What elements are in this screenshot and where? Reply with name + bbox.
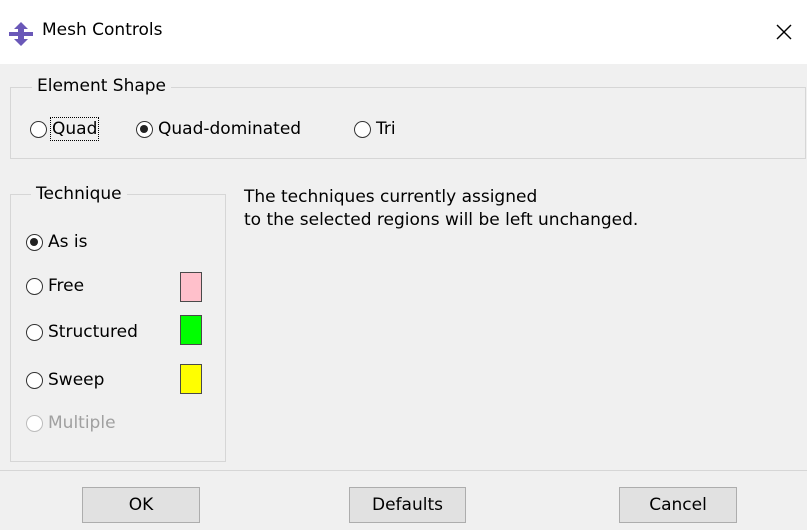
radio-structured-label: Structured <box>48 322 138 342</box>
radio-multiple-label: Multiple <box>48 413 116 433</box>
radio-quad-dominated-label: Quad-dominated <box>158 119 302 139</box>
close-icon[interactable] <box>770 18 798 46</box>
technique-label: Technique <box>31 184 127 204</box>
radio-quad-dominated[interactable]: Quad-dominated <box>136 119 301 139</box>
sweep-color-swatch <box>180 364 202 394</box>
radio-as-is-indicator[interactable] <box>26 233 43 251</box>
mesh-controls-app-icon <box>9 22 33 46</box>
radio-as-is-label: As is <box>48 232 88 252</box>
button-bar-divider <box>0 470 807 471</box>
radio-selected-dot <box>30 237 38 246</box>
technique-description-line-1: The techniques currently assigned <box>244 187 538 207</box>
radio-free-indicator[interactable] <box>26 277 43 295</box>
radio-sweep-indicator[interactable] <box>26 371 43 389</box>
radio-structured-indicator[interactable] <box>26 323 43 341</box>
radio-free[interactable]: Free <box>26 276 84 296</box>
defaults-button[interactable]: Defaults <box>349 487 466 523</box>
radio-quad-label: Quad <box>49 117 100 141</box>
element-shape-label: Element Shape <box>32 76 172 96</box>
structured-color-swatch <box>180 315 202 345</box>
radio-quad[interactable]: Quad <box>30 117 100 141</box>
radio-sweep-label: Sweep <box>48 370 105 390</box>
radio-tri-indicator[interactable] <box>354 120 371 138</box>
window-title: Mesh Controls <box>42 20 163 40</box>
radio-sweep[interactable]: Sweep <box>26 370 104 390</box>
technique-description-line-2: to the selected regions will be left unc… <box>244 210 639 230</box>
radio-tri[interactable]: Tri <box>354 119 396 139</box>
element-shape-group <box>10 87 806 159</box>
radio-as-is[interactable]: As is <box>26 232 87 252</box>
radio-multiple-indicator <box>26 414 43 432</box>
radio-multiple: Multiple <box>26 413 116 433</box>
cancel-button[interactable]: Cancel <box>619 487 737 523</box>
ok-button[interactable]: OK <box>82 487 200 523</box>
radio-quad-dominated-indicator[interactable] <box>136 120 153 138</box>
radio-quad-indicator[interactable] <box>30 120 47 138</box>
radio-structured[interactable]: Structured <box>26 322 138 342</box>
technique-description: The techniques currently assigned to the… <box>244 186 638 232</box>
title-bar: Mesh Controls <box>0 0 807 64</box>
radio-tri-label: Tri <box>376 119 396 139</box>
radio-free-label: Free <box>48 276 85 296</box>
free-color-swatch <box>180 272 202 302</box>
radio-selected-dot <box>140 124 148 133</box>
